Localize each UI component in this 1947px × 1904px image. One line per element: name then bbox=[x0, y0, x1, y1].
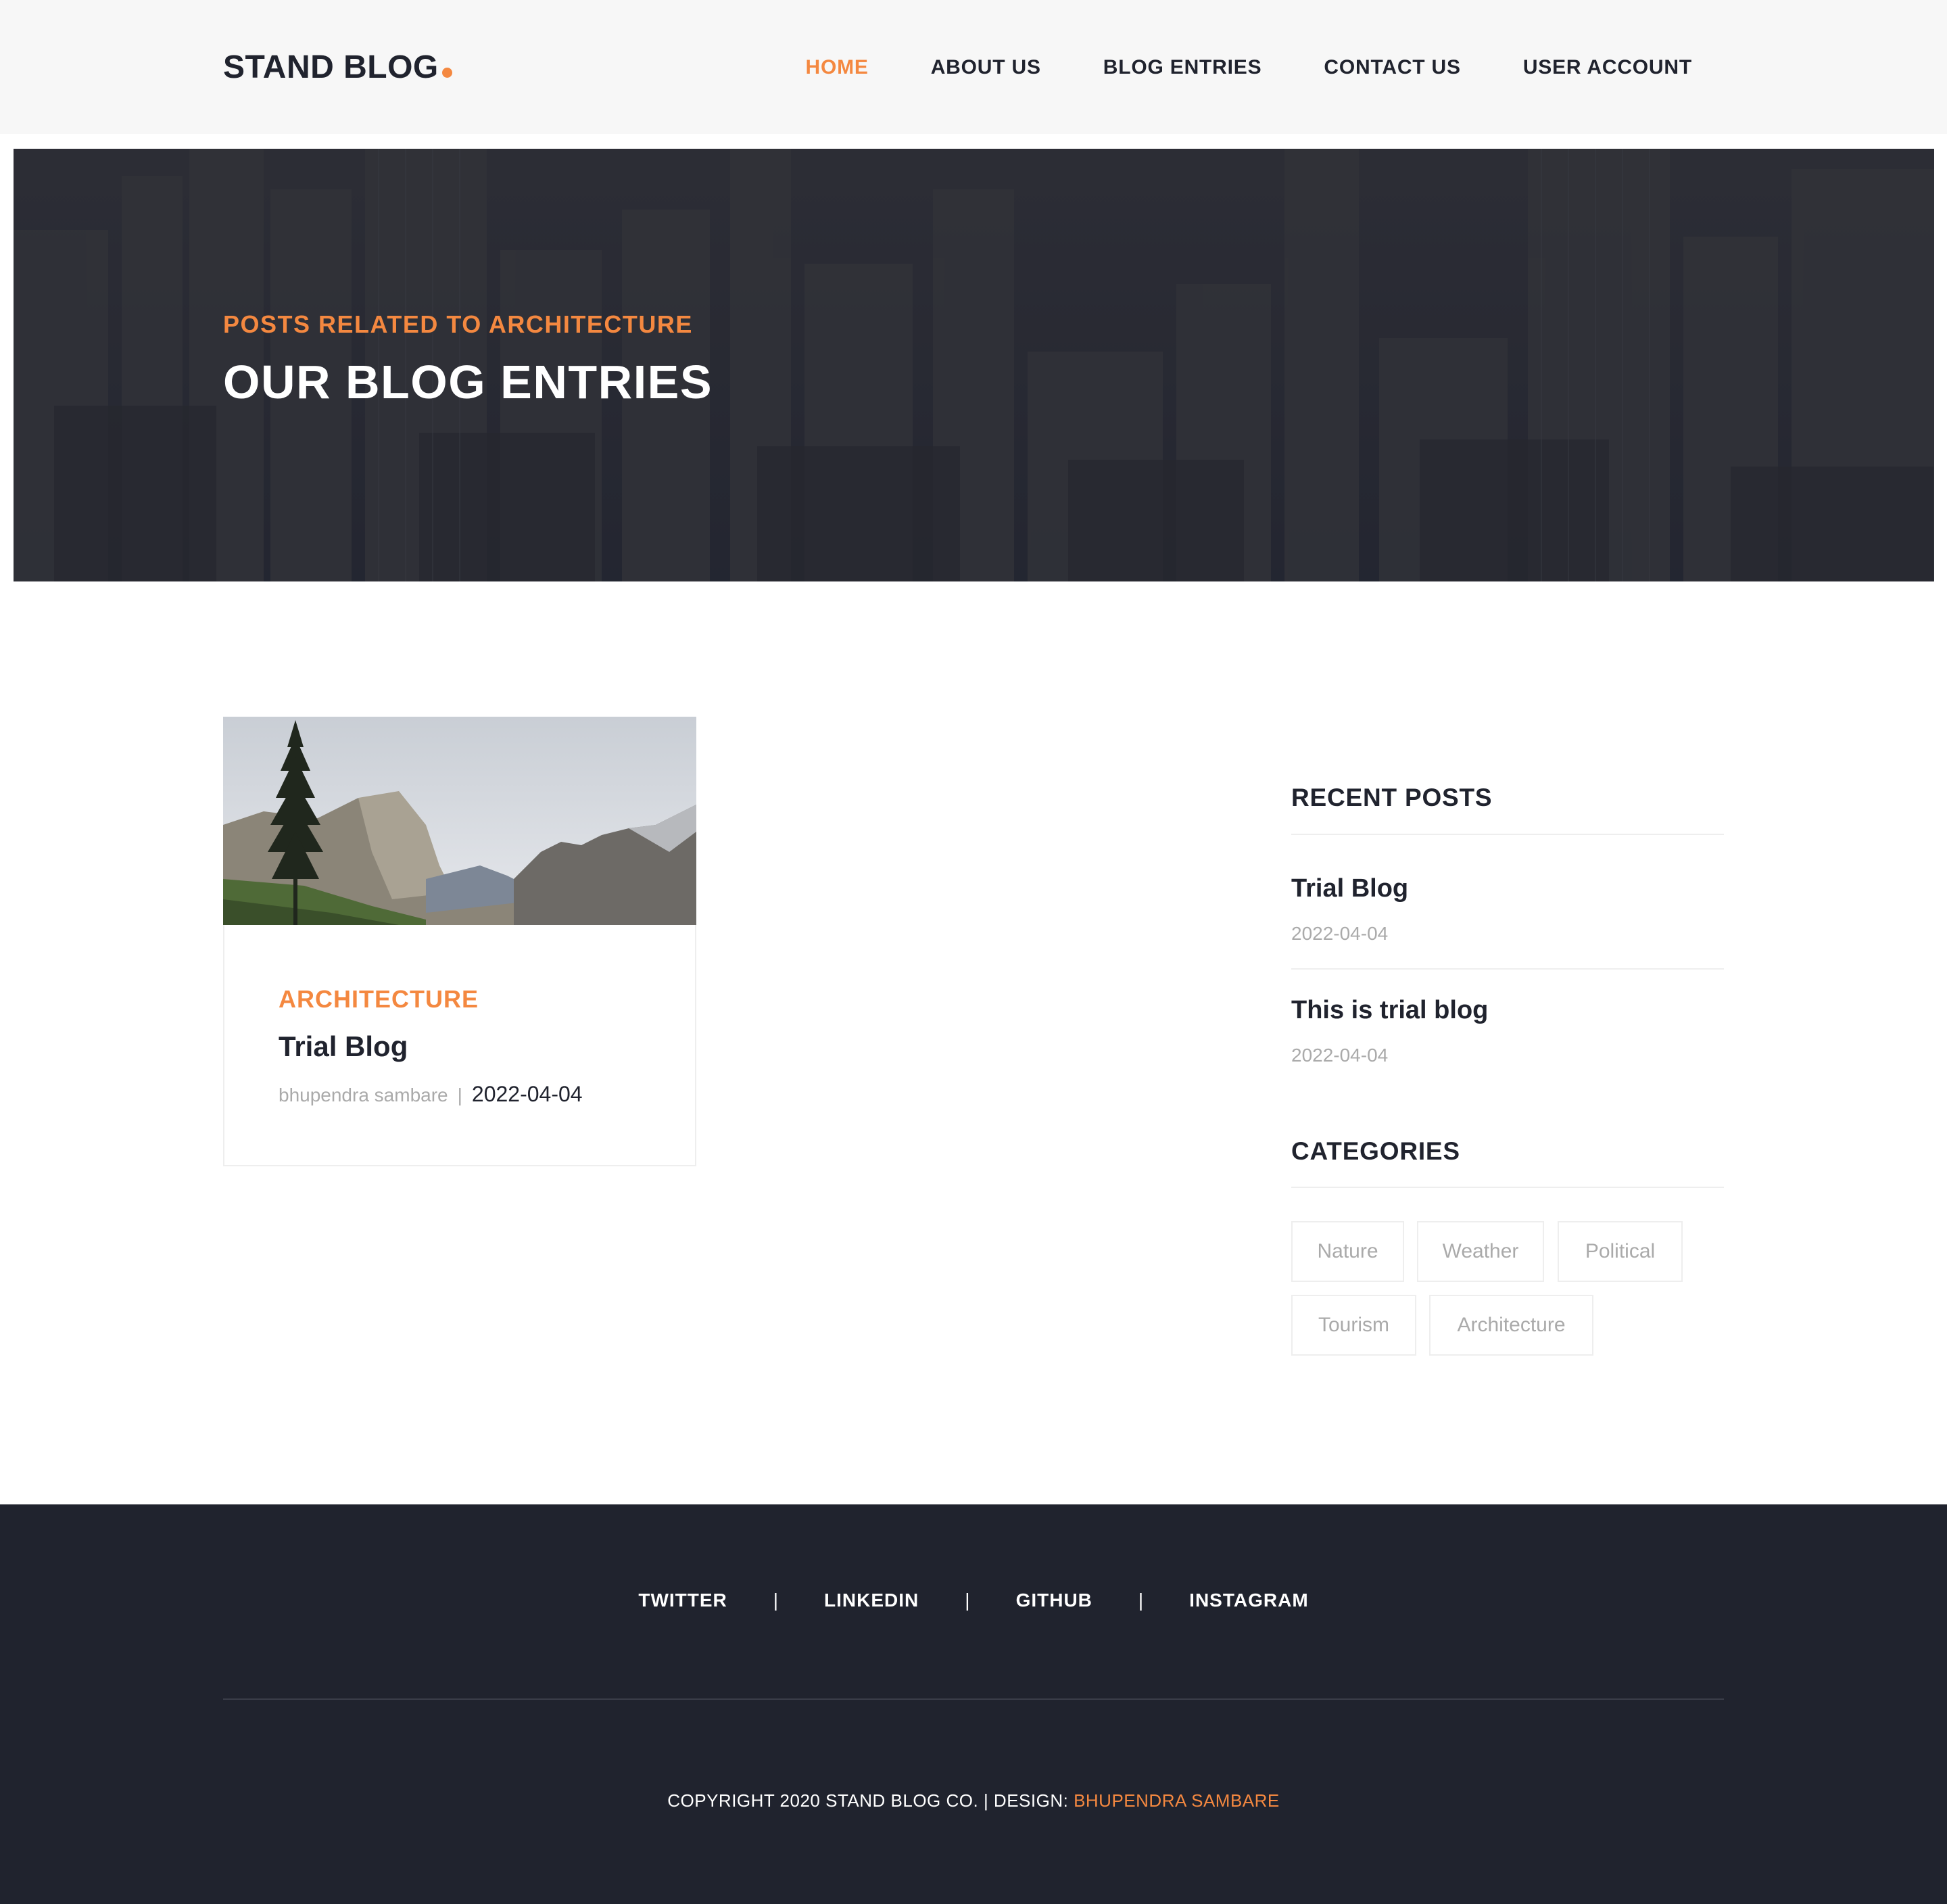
social-separator: | bbox=[773, 1590, 779, 1611]
recent-posts-heading: RECENT POSTS bbox=[1291, 784, 1493, 811]
page-heading-banner: POSTS RELATED TO ARCHITECTURE OUR BLOG E… bbox=[14, 149, 1934, 581]
site-header: STAND BLOG HOME ABOUT US BLOG ENTRIES CO… bbox=[0, 0, 1947, 134]
post-title-link[interactable]: Trial Blog bbox=[279, 1028, 408, 1066]
recent-post-date: 2022-04-04 bbox=[1291, 923, 1389, 944]
instagram-link[interactable]: INSTAGRAM bbox=[1189, 1587, 1308, 1614]
footer-divider bbox=[223, 1698, 1724, 1700]
social-links: TWITTER | LINKEDIN | GITHUB | INSTAGRAM bbox=[0, 1587, 1947, 1614]
logo-text: STAND BLOG bbox=[223, 49, 439, 85]
recent-posts-divider bbox=[1291, 834, 1724, 835]
category-tag-nature[interactable]: Nature bbox=[1291, 1221, 1404, 1282]
meta-separator: | bbox=[457, 1085, 462, 1105]
copyright-prefix: COPYRIGHT 2020 STAND BLOG CO. | DESIGN: bbox=[667, 1790, 1074, 1811]
post-author: bhupendra sambare bbox=[279, 1085, 448, 1105]
linkedin-link[interactable]: LINKEDIN bbox=[824, 1587, 919, 1614]
site-footer: TWITTER | LINKEDIN | GITHUB | INSTAGRAM … bbox=[0, 1504, 1947, 1904]
logo-dot bbox=[441, 68, 452, 78]
recent-post-title[interactable]: This is trial blog bbox=[1291, 993, 1488, 1028]
page-title: OUR BLOG ENTRIES bbox=[223, 356, 713, 408]
main-nav: HOME ABOUT US BLOG ENTRIES CONTACT US US… bbox=[805, 51, 1692, 84]
copyright-text: COPYRIGHT 2020 STAND BLOG CO. | DESIGN: … bbox=[0, 1788, 1947, 1813]
page-subtitle: POSTS RELATED TO ARCHITECTURE bbox=[223, 310, 693, 338]
post-meta: bhupendra sambare | 2022-04-04 bbox=[279, 1082, 583, 1107]
category-tag-political[interactable]: Political bbox=[1558, 1221, 1683, 1282]
designer-link[interactable]: BHUPENDRA SAMBARE bbox=[1074, 1790, 1280, 1811]
nav-user-account[interactable]: USER ACCOUNT bbox=[1523, 51, 1692, 84]
category-tag-weather[interactable]: Weather bbox=[1417, 1221, 1544, 1282]
categories-divider bbox=[1291, 1187, 1724, 1188]
blog-post-card: ARCHITECTURE Trial Blog bhupendra sambar… bbox=[223, 717, 696, 1166]
recent-post-date: 2022-04-04 bbox=[1291, 1045, 1389, 1066]
social-separator: | bbox=[1138, 1590, 1144, 1611]
nav-contact-us[interactable]: CONTACT US bbox=[1324, 51, 1460, 84]
recent-post-title[interactable]: Trial Blog bbox=[1291, 871, 1408, 906]
mountain-landscape-image bbox=[223, 717, 696, 925]
nav-about-us[interactable]: ABOUT US bbox=[931, 51, 1041, 84]
post-date: 2022-04-04 bbox=[471, 1082, 583, 1106]
category-tag-tourism[interactable]: Tourism bbox=[1291, 1295, 1416, 1356]
post-thumbnail[interactable] bbox=[223, 717, 696, 925]
nav-blog-entries[interactable]: BLOG ENTRIES bbox=[1103, 51, 1262, 84]
twitter-link[interactable]: TWITTER bbox=[638, 1587, 727, 1614]
categories-heading: CATEGORIES bbox=[1291, 1137, 1460, 1165]
site-logo[interactable]: STAND BLOG bbox=[223, 47, 452, 88]
category-tag-architecture[interactable]: Architecture bbox=[1429, 1295, 1593, 1356]
social-separator: | bbox=[965, 1590, 970, 1611]
post-category-link[interactable]: ARCHITECTURE bbox=[279, 983, 479, 1016]
recent-post-divider bbox=[1291, 968, 1724, 970]
nav-home[interactable]: HOME bbox=[805, 51, 868, 84]
github-link[interactable]: GITHUB bbox=[1016, 1587, 1092, 1614]
